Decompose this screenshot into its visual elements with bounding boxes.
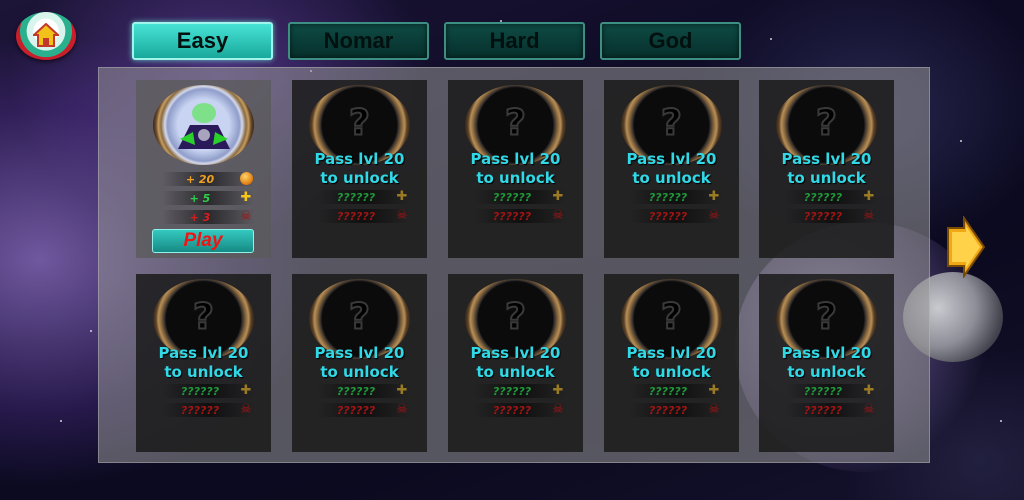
question-mark-icon: ? [504,102,527,145]
tab-easy[interactable]: Easy [132,22,273,60]
plus-icon: ✚ [863,383,875,398]
character-card-locked[interactable]: ? Pass lvl 20 to unlock ?????? ✚ ?????? ☠ [448,274,583,452]
character-card-locked[interactable]: ? Pass lvl 20 to unlock ?????? ✚ ?????? ☠ [292,274,427,452]
tab-nomar[interactable]: Nomar [288,22,429,60]
character-grid-panel: + 20 + 5 ✚ + 3 ☠ Play ? Pass lvl 20 to un… [98,67,930,463]
question-mark-icon: ? [660,102,683,145]
plus-icon: ✚ [552,383,564,398]
stat-row-health: + 5 ✚ [162,191,254,205]
stat-row-locked-health: ?????? ✚ [318,384,410,398]
character-portrait [153,85,254,165]
stat-row-locked-health: ?????? ✚ [630,384,722,398]
unlock-requirement: Pass lvl 20 to unlock [314,344,405,381]
stat-row-locked-attack: ?????? ☠ [318,403,410,417]
stat-row-locked-health: ?????? ✚ [474,190,566,204]
star-decoration [1000,420,1002,422]
plus-icon: ✚ [863,189,875,204]
unlock-requirement: Pass lvl 20 to unlock [470,150,561,187]
home-icon [33,23,59,47]
stat-row-attack: + 3 ☠ [162,210,254,224]
plus-icon: ✚ [552,189,564,204]
stat-row-locked-health: ?????? ✚ [318,190,410,204]
plus-icon: ✚ [708,383,720,398]
question-mark-icon: ? [348,296,371,339]
stat-health-value: + 5 [189,191,211,205]
stat-row-locked-attack: ?????? ☠ [474,403,566,417]
skull-icon: ☠ [708,208,720,223]
plus-icon: ✚ [240,190,252,205]
unlock-requirement: Pass lvl 20 to unlock [626,344,717,381]
skull-icon: ☠ [552,208,564,223]
question-mark-icon: ? [504,296,527,339]
stat-row-locked-attack: ?????? ☠ [785,209,877,223]
character-card-locked[interactable]: ? Pass lvl 20 to unlock ?????? ✚ ?????? ☠ [604,274,739,452]
stat-row-gold: + 20 [162,172,254,186]
coin-icon [238,172,254,186]
stat-row-locked-health: ?????? ✚ [785,190,877,204]
stat-row-locked-health: ?????? ✚ [162,384,254,398]
unlock-requirement: Pass lvl 20 to unlock [626,150,717,187]
stat-row-locked-attack: ?????? ☠ [318,209,410,223]
next-page-button[interactable] [946,214,986,282]
unlock-requirement: Pass lvl 20 to unlock [781,150,872,187]
tab-god[interactable]: God [600,22,741,60]
skull-icon: ☠ [708,402,720,417]
character-avatar-icon [178,103,230,149]
unlock-requirement: Pass lvl 20 to unlock [314,150,405,187]
tab-hard[interactable]: Hard [444,22,585,60]
play-button[interactable]: Play [152,229,254,253]
character-card-locked[interactable]: ? Pass lvl 20 to unlock ?????? ✚ ?????? ☠ [448,80,583,258]
stat-row-locked-attack: ?????? ☠ [630,209,722,223]
skull-icon: ☠ [396,208,408,223]
question-mark-icon: ? [348,102,371,145]
unlock-requirement: Pass lvl 20 to unlock [158,344,249,381]
plus-icon: ✚ [240,383,252,398]
character-card-locked[interactable]: ? Pass lvl 20 to unlock ?????? ✚ ?????? ☠ [136,274,271,452]
character-card-locked[interactable]: ? Pass lvl 20 to unlock ?????? ✚ ?????? ☠ [292,80,427,258]
star-decoration [770,38,772,40]
skull-icon: ☠ [863,208,875,223]
home-button[interactable] [16,12,76,60]
skull-icon: ☠ [396,402,408,417]
next-arrow-icon [947,214,986,280]
stat-row-locked-health: ?????? ✚ [630,190,722,204]
stat-row-locked-attack: ?????? ☠ [630,403,722,417]
stat-row-locked-health: ?????? ✚ [785,384,877,398]
plus-icon: ✚ [396,189,408,204]
stat-gold-value: + 20 [185,172,215,186]
question-mark-icon: ? [815,296,838,339]
stat-row-locked-attack: ?????? ☠ [474,209,566,223]
character-card-locked[interactable]: ? Pass lvl 20 to unlock ?????? ✚ ?????? ☠ [759,80,894,258]
question-mark-icon: ? [815,102,838,145]
unlock-requirement: Pass lvl 20 to unlock [781,344,872,381]
unlock-requirement: Pass lvl 20 to unlock [470,344,561,381]
question-mark-icon: ? [660,296,683,339]
stat-row-locked-attack: ?????? ☠ [162,403,254,417]
star-decoration [960,140,962,142]
character-card-locked[interactable]: ? Pass lvl 20 to unlock ?????? ✚ ?????? ☠ [759,274,894,452]
plus-icon: ✚ [708,189,720,204]
plus-icon: ✚ [396,383,408,398]
character-card-locked[interactable]: ? Pass lvl 20 to unlock ?????? ✚ ?????? ☠ [604,80,739,258]
stat-row-locked-health: ?????? ✚ [474,384,566,398]
skull-icon: ☠ [240,402,252,417]
question-mark-icon: ? [192,296,215,339]
stat-row-locked-attack: ?????? ☠ [785,403,877,417]
star-decoration [60,420,62,422]
star-decoration [90,330,92,332]
stat-attack-value: + 3 [189,210,211,224]
character-card-unlocked[interactable]: + 20 + 5 ✚ + 3 ☠ Play [136,80,271,258]
skull-icon: ☠ [552,402,564,417]
skull-icon: ☠ [240,209,252,224]
skull-icon: ☠ [863,402,875,417]
